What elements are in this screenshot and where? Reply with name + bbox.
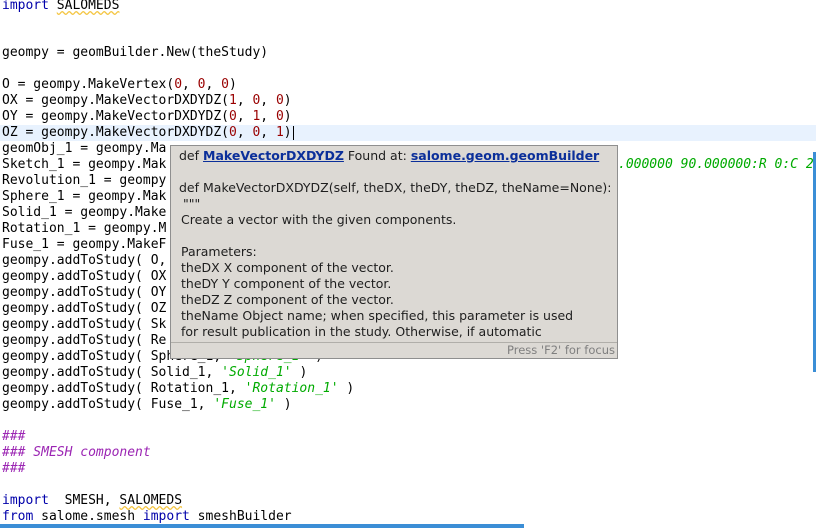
code-line: from salome.smesh import smeshBuilder: [2, 509, 292, 524]
popup-param: theDZ Z component of the vector.: [181, 292, 394, 307]
keyword: import: [2, 0, 49, 13]
popup-param: theName Object name; when specified, thi…: [181, 308, 574, 323]
code-line: OZ = geompy.MakeVectorDXDYDZ(0, 0, 1): [2, 125, 294, 140]
function-link[interactable]: MakeVectorDXDYDZ: [203, 148, 344, 163]
code-line: geompy.addToStudy( OY: [2, 285, 167, 300]
module-link[interactable]: salome.geom.geomBuilder: [411, 148, 599, 163]
popup-description: Create a vector with the given component…: [181, 212, 457, 227]
comment-line: ### SMESH component: [2, 445, 151, 460]
code-line: geomObj_1 = geompy.Ma: [2, 141, 167, 156]
code-line: geompy.addToStudy( Sk: [2, 317, 167, 332]
popup-docstring-open: """: [183, 196, 201, 211]
code-line: geompy.addToStudy( OZ: [2, 301, 167, 316]
code-line: geompy.addToStudy( OX: [2, 269, 167, 284]
popup-signature: def MakeVectorDXDYDZ(self, theDX, theDY,…: [179, 180, 612, 195]
code-line: import SALOMEDS: [2, 0, 119, 14]
code-line: Sketch_1 = geompy.Mak: [2, 157, 167, 172]
code-line: Sphere_1 = geompy.Mak: [2, 189, 167, 204]
code-line: geompy.addToStudy( Re: [2, 333, 167, 348]
comment-line: ###: [2, 429, 26, 444]
text-caret: [292, 125, 294, 140]
popup-params-header: Parameters:: [181, 244, 257, 259]
code-line: O = geompy.MakeVertex(0, 0, 0): [2, 77, 237, 92]
code-line: geompy = geomBuilder.New(theStudy): [2, 45, 269, 60]
code-line: Revolution_1 = geompy: [2, 173, 167, 188]
comment-line: ###: [2, 461, 26, 476]
popup-param: for result publication in the study. Oth…: [181, 324, 542, 339]
horizontal-scrollbar[interactable]: [0, 524, 524, 528]
code-line: OX = geompy.MakeVectorDXDYDZ(1, 0, 0): [2, 93, 292, 108]
code-completion-popup[interactable]: def MakeVectorDXDYDZ Found at: salome.ge…: [170, 145, 618, 359]
code-line: geompy.addToStudy( Fuse_1, 'Fuse_1' ): [2, 397, 292, 412]
focus-hint: Press 'F2' for focus: [507, 343, 615, 357]
popup-param: theDY Y component of the vector.: [181, 276, 392, 291]
code-line-overflow: .000000 90.000000:R 0:C 2: [618, 157, 814, 172]
popup-footer: Press 'F2' for focus: [171, 342, 617, 358]
code-line: Rotation_1 = geompy.M: [2, 221, 167, 236]
code-line: geompy.addToStudy( O,: [2, 253, 167, 268]
code-line: Fuse_1 = geompy.MakeF: [2, 237, 167, 252]
code-line: Solid_1 = geompy.Make: [2, 205, 167, 220]
code-line: import SMESH, SALOMEDS: [2, 493, 183, 508]
popup-header: def MakeVectorDXDYDZ Found at: salome.ge…: [179, 148, 600, 163]
code-line: geompy.addToStudy( Solid_1, 'Solid_1' ): [2, 365, 308, 380]
code-line: OY = geompy.MakeVectorDXDYDZ(0, 1, 0): [2, 109, 292, 124]
module-name: SALOMEDS: [56, 0, 120, 13]
code-line: geompy.addToStudy( Rotation_1, 'Rotation…: [2, 381, 355, 396]
popup-param: theDX X component of the vector.: [181, 260, 394, 275]
